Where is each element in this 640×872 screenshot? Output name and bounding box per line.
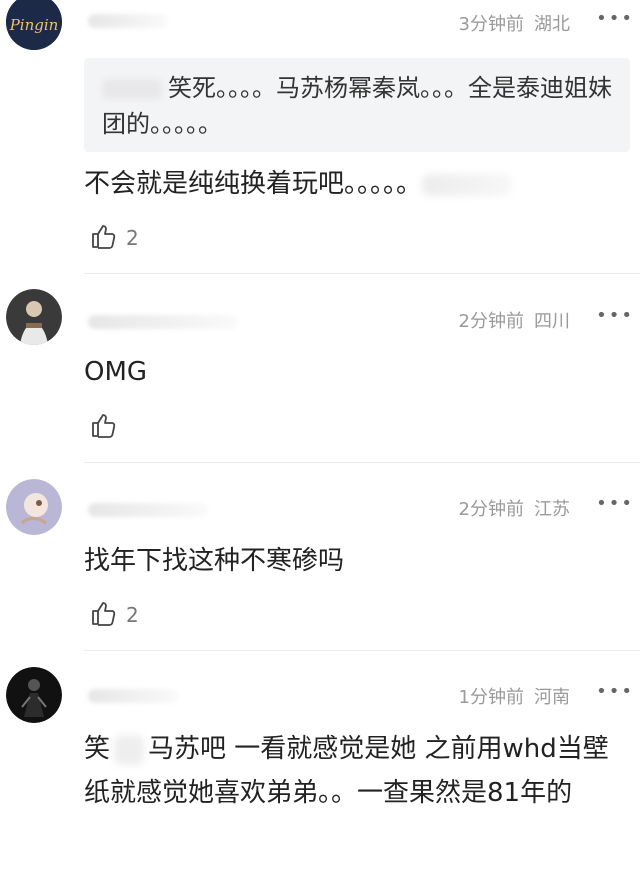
like-button[interactable] [90,411,126,443]
avatar-image [6,289,62,345]
comment-meta: 2分钟前 江苏 [459,495,570,521]
comment-text: 不会就是纯纯换着玩吧。。。。。 [84,162,634,206]
avatar-logo-text: Pingin [9,16,59,34]
more-dots-icon[interactable]: ••• [596,493,634,514]
avatar[interactable]: Pingin [6,0,62,50]
username-blurred[interactable] [88,503,208,517]
comment-meta: 1分钟前 河南 [459,683,570,709]
username-blurred[interactable] [88,14,168,28]
comment-location: 江苏 [534,499,570,520]
blurred-text [114,734,145,765]
comment-text: 找年下找这种不寒碜吗 [84,546,345,576]
like-count: 2 [126,603,139,627]
like-button[interactable]: 2 [90,222,139,254]
comment-location: 河南 [534,687,570,708]
username-blurred[interactable] [88,689,178,703]
comment-item: Pingin 3分钟前 湖北 ••• 笑死。。。。马苏杨幂秦岚。。。全是泰迪姐妹团… [0,0,640,275]
quoted-reply[interactable]: 笑死。。。。马苏杨幂秦岚。。。全是泰迪姐妹团的。。。。。 [84,58,630,152]
more-dots-icon[interactable]: ••• [596,681,634,702]
comment-item: 1分钟前 河南 ••• 笑马苏吧 一看就感觉是她 之前用whd当壁纸就感觉她喜欢弟… [0,651,640,872]
like-count: 2 [126,226,139,250]
quoted-text: 笑死。。。。马苏杨幂秦岚。。。全是泰迪姐妹团的。。。。。 [102,74,612,138]
username-blurred[interactable] [88,315,238,329]
comment-time: 2分钟前 [458,499,524,520]
more-dots-icon[interactable]: ••• [596,8,634,29]
avatar-image: Pingin [6,0,62,50]
comment-location: 湖北 [534,14,570,35]
avatar-image [6,667,62,723]
avatar[interactable] [6,479,62,535]
thumbs-up-icon [90,599,118,631]
comment-text: OMG [84,357,148,387]
like-button[interactable]: 2 [90,599,139,631]
comment-meta: 2分钟前 四川 [459,307,570,333]
comment-meta: 3分钟前 湖北 [459,10,570,36]
comment-location: 四川 [534,311,570,332]
avatar[interactable] [6,667,62,723]
quoted-username-blurred [102,79,162,99]
comment-time: 3分钟前 [458,14,524,35]
thumbs-up-icon [90,222,118,254]
comment-time: 2分钟前 [458,311,524,332]
more-dots-icon[interactable]: ••• [596,305,634,326]
comment-item: 2分钟前 四川 ••• OMG [0,275,640,463]
comment-item: 2分钟前 江苏 ••• 找年下找这种不寒碜吗 2 [0,463,640,651]
avatar-image [6,479,62,535]
comment-text: 笑马苏吧 一看就感觉是她 之前用whd当壁纸就感觉她喜欢弟弟。。一查果然是81年… [84,734,609,808]
avatar[interactable] [6,289,62,345]
divider [84,273,640,274]
blurred-text [422,173,513,196]
thumbs-up-icon [90,411,118,443]
comment-time: 1分钟前 [458,687,524,708]
